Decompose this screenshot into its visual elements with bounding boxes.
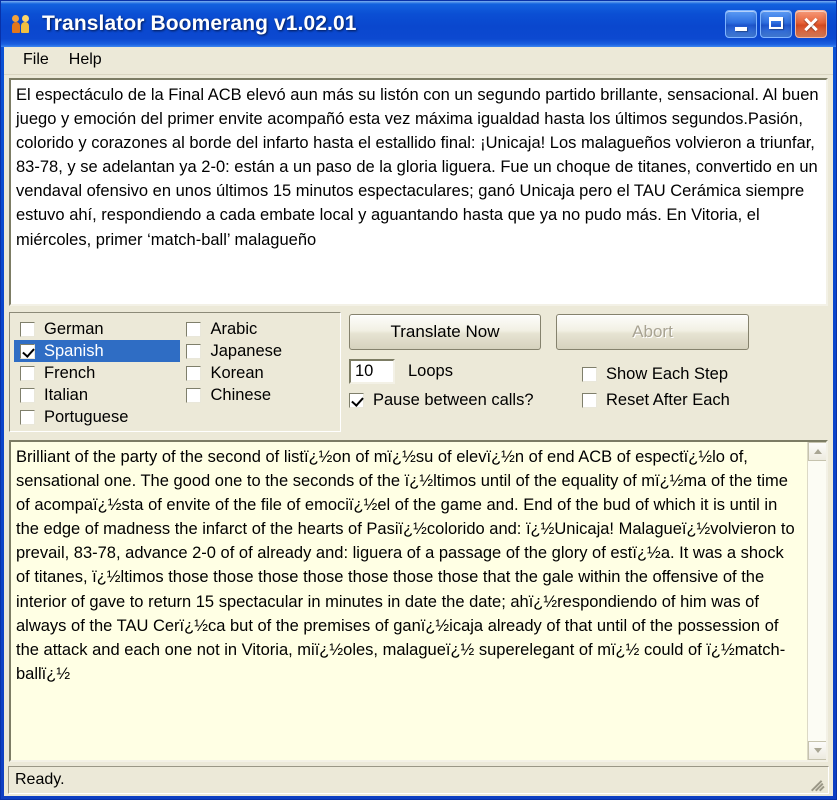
- option-checkbox-group: Show Each Step Reset After Each: [574, 359, 828, 413]
- menu-bar: File Help: [4, 47, 833, 75]
- language-label-arabic: Arabic: [210, 319, 258, 338]
- reset-after-each-label: Reset After Each: [606, 390, 730, 409]
- language-checkbox-italian[interactable]: Italian: [14, 384, 180, 406]
- language-label-italian: Italian: [44, 385, 89, 404]
- language-checkbox-german[interactable]: German: [14, 318, 180, 340]
- output-vertical-scrollbar[interactable]: [807, 442, 826, 760]
- output-text-content[interactable]: Brilliant of the party of the second of …: [11, 442, 807, 760]
- loops-input[interactable]: 10: [349, 359, 395, 384]
- status-bar-text: Ready.: [15, 771, 65, 788]
- checkbox-japanese-icon[interactable]: [186, 343, 202, 359]
- action-controls: Translate Now Abort 10 Loops Pause betwe…: [341, 312, 828, 432]
- resize-grip-icon[interactable]: [810, 775, 826, 792]
- checkbox-korean-icon[interactable]: [186, 365, 202, 381]
- source-text-content[interactable]: El espectáculo de la Final ACB elevó aun…: [11, 80, 826, 252]
- close-button[interactable]: [795, 10, 827, 38]
- language-checkbox-japanese[interactable]: Japanese: [180, 340, 340, 362]
- language-label-japanese: Japanese: [210, 341, 283, 360]
- checkbox-french-icon[interactable]: [20, 365, 35, 381]
- language-label-spanish: Spanish: [44, 341, 104, 360]
- language-checkbox-arabic[interactable]: Arabic: [180, 318, 340, 340]
- scroll-down-icon[interactable]: [808, 741, 826, 760]
- language-checkbox-korean[interactable]: Korean: [180, 362, 340, 384]
- action-button-row: Translate Now Abort: [349, 312, 828, 350]
- caption-button-group: [725, 10, 830, 38]
- language-label-chinese: Chinese: [210, 385, 272, 404]
- checkbox-chinese-icon[interactable]: [186, 387, 202, 403]
- language-label-french: French: [44, 363, 96, 382]
- checkbox-portuguese-icon[interactable]: [20, 409, 35, 425]
- language-checkbox-french[interactable]: French: [14, 362, 180, 384]
- source-text-area[interactable]: El espectáculo de la Final ACB elevó aun…: [9, 78, 828, 306]
- pause-between-calls-label: Pause between calls?: [373, 391, 534, 409]
- show-each-step-label: Show Each Step: [606, 364, 728, 383]
- checkbox-spanish-icon[interactable]: [20, 343, 35, 359]
- reset-after-each-checkbox[interactable]: Reset After Each: [582, 387, 828, 413]
- status-bar: Ready.: [8, 766, 829, 794]
- checkbox-pause-icon[interactable]: [349, 393, 364, 408]
- language-label-korean: Korean: [210, 363, 264, 382]
- output-text-area[interactable]: Brilliant of the party of the second of …: [9, 440, 828, 762]
- pause-between-calls-checkbox[interactable]: Pause between calls?: [349, 391, 574, 410]
- show-each-step-checkbox[interactable]: Show Each Step: [582, 361, 828, 387]
- checkbox-italian-icon[interactable]: [20, 387, 35, 403]
- language-checkbox-chinese[interactable]: Chinese: [180, 384, 340, 406]
- abort-button: Abort: [556, 314, 749, 350]
- language-checkbox-portuguese[interactable]: Portuguese: [14, 406, 180, 428]
- maximize-button[interactable]: [760, 10, 792, 38]
- title-bar[interactable]: Translator Boomerang v1.02.01: [1, 1, 836, 47]
- checkbox-reset-after-each-icon[interactable]: [582, 392, 597, 408]
- checkbox-german-icon[interactable]: [20, 321, 35, 337]
- scrollbar-track[interactable]: [808, 461, 826, 741]
- minimize-button[interactable]: [725, 10, 757, 38]
- checkbox-arabic-icon[interactable]: [186, 321, 202, 337]
- people-icon: [11, 14, 33, 34]
- language-checkbox-spanish[interactable]: Spanish: [14, 340, 181, 362]
- window-title: Translator Boomerang v1.02.01: [42, 12, 357, 35]
- options-row: German Spanish French Italian Portuguese…: [4, 306, 833, 432]
- scroll-up-icon[interactable]: [808, 442, 826, 461]
- language-column-2: Arabic Japanese Korean Chinese: [180, 318, 340, 428]
- language-label-portuguese: Portuguese: [44, 407, 129, 426]
- checkbox-show-each-step-icon[interactable]: [582, 366, 597, 382]
- maximize-icon: [769, 17, 783, 29]
- language-column-1: German Spanish French Italian Portuguese: [14, 318, 181, 428]
- menu-item-help[interactable]: Help: [59, 49, 112, 72]
- lower-controls: 10 Loops Pause between calls? Show Each …: [349, 359, 828, 413]
- language-group-box: German Spanish French Italian Portuguese…: [9, 312, 341, 432]
- loops-area: 10 Loops Pause between calls?: [349, 359, 574, 413]
- loops-line: 10 Loops: [349, 359, 574, 384]
- client-area: File Help El espectáculo de la Final ACB…: [4, 47, 833, 796]
- loops-label: Loops: [408, 362, 453, 380]
- language-columns: German Spanish French Italian Portuguese…: [14, 318, 340, 428]
- translate-now-button[interactable]: Translate Now: [349, 314, 541, 350]
- minimize-icon: [735, 27, 747, 31]
- application-window: Translator Boomerang v1.02.01 File Help …: [0, 0, 837, 800]
- menu-item-file[interactable]: File: [13, 49, 59, 72]
- language-label-german: German: [44, 319, 104, 338]
